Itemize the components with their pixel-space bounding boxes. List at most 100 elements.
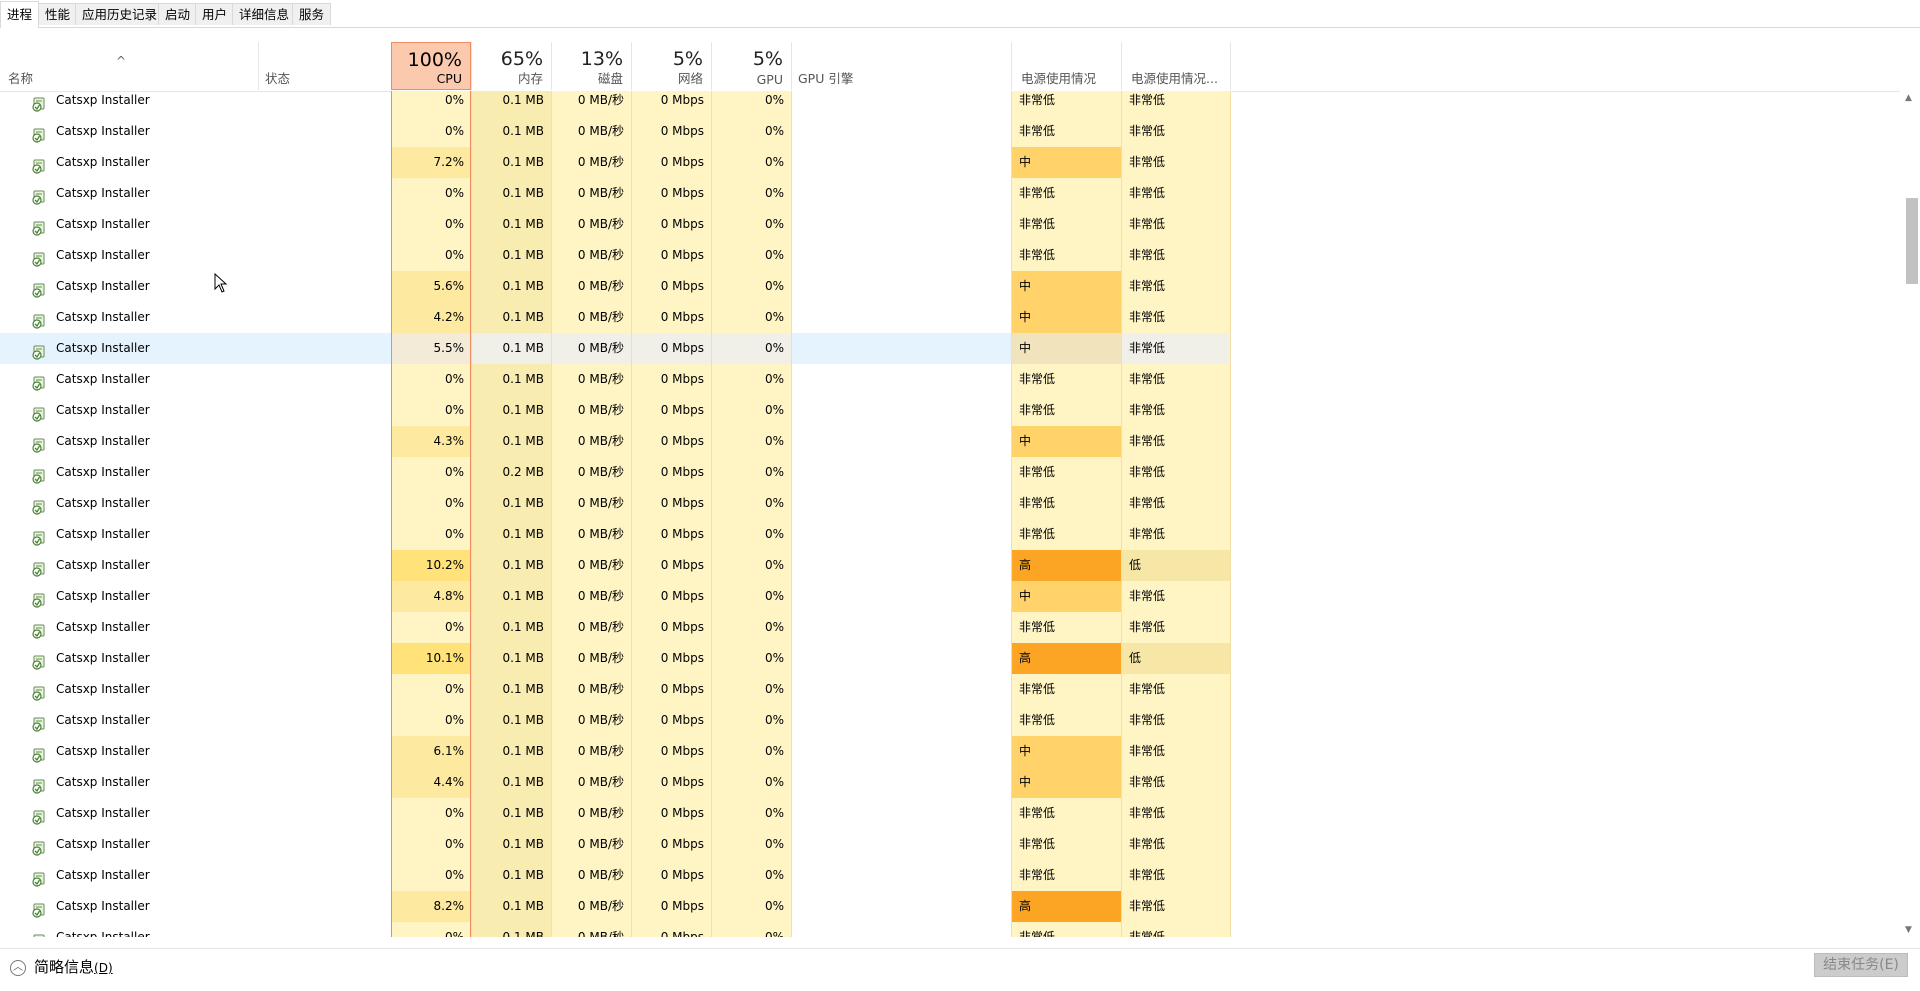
disk-cell: 0 MB/秒 [551, 364, 631, 395]
table-row[interactable]: Catsxp Installer 0% 0.1 MB 0 MB/秒 0 Mbps 0% 非常… [0, 612, 1900, 643]
table-row[interactable]: Catsxp Installer 0% 0.1 MB 0 MB/秒 0 Mbps 0% 非常… [0, 178, 1900, 209]
process-name-cell[interactable]: Catsxp Installer [0, 178, 391, 209]
process-name-cell[interactable]: Catsxp Installer [0, 240, 391, 271]
process-name-cell[interactable]: Catsxp Installer [0, 860, 391, 891]
column-header-status[interactable]: 状态 [258, 42, 391, 90]
tab-processes[interactable]: 进程 [0, 1, 40, 28]
process-name-cell[interactable]: Catsxp Installer [0, 147, 391, 178]
installer-app-icon [31, 930, 46, 937]
table-row[interactable]: Catsxp Installer 0% 0.1 MB 0 MB/秒 0 Mbps 0% 非常… [0, 519, 1900, 550]
table-row[interactable]: Catsxp Installer 10.2% 0.1 MB 0 MB/秒 0 Mbps 0… [0, 550, 1900, 581]
process-name-cell[interactable]: Catsxp Installer [0, 705, 391, 736]
power-trend-cell: 非常低 [1121, 829, 1231, 860]
table-row[interactable]: Catsxp Installer 0% 0.1 MB 0 MB/秒 0 Mbps 0% 非常… [0, 209, 1900, 240]
process-name-cell[interactable]: Catsxp Installer [0, 116, 391, 147]
column-header-cpu[interactable]: 100% CPU [391, 42, 471, 90]
table-row[interactable]: Catsxp Installer 0% 0.2 MB 0 MB/秒 0 Mbps 0% 非常… [0, 457, 1900, 488]
process-name-cell[interactable]: Catsxp Installer [0, 91, 391, 116]
table-row[interactable]: Catsxp Installer 0% 0.1 MB 0 MB/秒 0 Mbps 0% 非常… [0, 860, 1900, 891]
power-trend-cell: 非常低 [1121, 767, 1231, 798]
process-name-cell[interactable]: Catsxp Installer [0, 829, 391, 860]
process-name-cell[interactable]: Catsxp Installer [0, 550, 391, 581]
process-name-cell[interactable]: Catsxp Installer [0, 271, 391, 302]
column-header-gpu[interactable]: 5% GPU [711, 42, 791, 90]
tab-startup[interactable]: 启动 [158, 3, 198, 25]
process-name-cell[interactable]: Catsxp Installer [0, 674, 391, 705]
tab-services[interactable]: 服务 [292, 3, 332, 25]
table-row[interactable]: Catsxp Installer 5.5% 0.1 MB 0 MB/秒 0 Mbps 0%… [0, 333, 1900, 364]
process-name-cell[interactable]: Catsxp Installer [0, 302, 391, 333]
memory-cell: 0.1 MB [471, 271, 551, 302]
tab-users[interactable]: 用户 [195, 3, 235, 25]
table-row[interactable]: Catsxp Installer 5.6% 0.1 MB 0 MB/秒 0 Mbps 0%… [0, 271, 1900, 302]
column-header-gpu-engine[interactable]: GPU 引擎 [791, 42, 1011, 90]
table-row[interactable]: Catsxp Installer 0% 0.1 MB 0 MB/秒 0 Mbps 0% 非常… [0, 705, 1900, 736]
vertical-scrollbar[interactable]: ▲ ▼ [1900, 91, 1920, 937]
column-header-disk[interactable]: 13% 磁盘 [551, 42, 631, 90]
process-name-cell[interactable]: Catsxp Installer [0, 519, 391, 550]
disk-cell: 0 MB/秒 [551, 643, 631, 674]
column-header-power[interactable]: 电源使用情况 [1011, 42, 1121, 90]
process-name-cell[interactable]: Catsxp Installer [0, 922, 391, 937]
process-name-cell[interactable]: Catsxp Installer [0, 612, 391, 643]
process-name-cell[interactable]: Catsxp Installer [0, 488, 391, 519]
scroll-down-icon[interactable]: ▼ [1905, 925, 1912, 935]
cpu-cell: 0% [391, 860, 471, 891]
disk-cell: 0 MB/秒 [551, 457, 631, 488]
disk-cell: 0 MB/秒 [551, 147, 631, 178]
process-name-cell[interactable]: Catsxp Installer [0, 767, 391, 798]
table-row[interactable]: Catsxp Installer 0% 0.1 MB 0 MB/秒 0 Mbps 0% 非常… [0, 829, 1900, 860]
gpu-cell: 0% [711, 271, 791, 302]
tab-details[interactable]: 详细信息 [232, 3, 297, 25]
table-row[interactable]: Catsxp Installer 4.3% 0.1 MB 0 MB/秒 0 Mbps 0%… [0, 426, 1900, 457]
tab-performance[interactable]: 性能 [38, 3, 78, 25]
cpu-cell: 0% [391, 798, 471, 829]
process-name-cell[interactable]: Catsxp Installer [0, 798, 391, 829]
process-name-cell[interactable]: Catsxp Installer [0, 426, 391, 457]
table-row[interactable]: Catsxp Installer 0% 0.1 MB 0 MB/秒 0 Mbps 0% 非常… [0, 240, 1900, 271]
power-trend-cell: 非常低 [1121, 91, 1231, 116]
table-row[interactable]: Catsxp Installer 4.4% 0.1 MB 0 MB/秒 0 Mbps 0%… [0, 767, 1900, 798]
table-row[interactable]: Catsxp Installer 4.8% 0.1 MB 0 MB/秒 0 Mbps 0%… [0, 581, 1900, 612]
end-task-button[interactable]: 结束任务(E) [1814, 953, 1908, 977]
process-name: Catsxp Installer [56, 868, 150, 882]
table-row[interactable]: Catsxp Installer 0% 0.1 MB 0 MB/秒 0 Mbps 0% 非常… [0, 798, 1900, 829]
table-row[interactable]: Catsxp Installer 6.1% 0.1 MB 0 MB/秒 0 Mbps 0%… [0, 736, 1900, 767]
table-row[interactable]: Catsxp Installer 0% 0.1 MB 0 MB/秒 0 Mbps 0% 非常… [0, 488, 1900, 519]
process-name-cell[interactable]: Catsxp Installer [0, 581, 391, 612]
tab-bar: 进程 性能 应用历史记录 启动 用户 详细信息 服务 [0, 0, 1920, 28]
power-trend-cell: 非常低 [1121, 581, 1231, 612]
process-name-cell[interactable]: Catsxp Installer [0, 891, 391, 922]
process-name-cell[interactable]: Catsxp Installer [0, 643, 391, 674]
fewer-details-button[interactable]: ︿ 简略信息(D) [10, 955, 113, 979]
table-row[interactable]: Catsxp Installer 8.2% 0.1 MB 0 MB/秒 0 Mbps 0%… [0, 891, 1900, 922]
gpu-cell: 0% [711, 240, 791, 271]
power-trend-cell: 非常低 [1121, 364, 1231, 395]
process-name-cell[interactable]: Catsxp Installer [0, 333, 391, 364]
network-cell: 0 Mbps [631, 426, 711, 457]
column-header-memory[interactable]: 65% 内存 [471, 42, 551, 90]
network-cell: 0 Mbps [631, 612, 711, 643]
table-row[interactable]: Catsxp Installer 0% 0.1 MB 0 MB/秒 0 Mbps 0% 非常… [0, 364, 1900, 395]
table-row[interactable]: Catsxp Installer 0% 0.1 MB 0 MB/秒 0 Mbps 0% 非常… [0, 674, 1900, 705]
scroll-up-icon[interactable]: ▲ [1905, 93, 1912, 103]
table-row[interactable]: Catsxp Installer 0% 0.1 MB 0 MB/秒 0 Mbps 0% 非常… [0, 922, 1900, 937]
column-header-name[interactable]: ^ 名称 [0, 42, 258, 90]
process-name-cell[interactable]: Catsxp Installer [0, 364, 391, 395]
tab-app-history[interactable]: 应用历史记录 [75, 3, 165, 25]
process-name-cell[interactable]: Catsxp Installer [0, 209, 391, 240]
scrollbar-thumb[interactable] [1906, 198, 1918, 284]
column-header-power-trend[interactable]: 电源使用情况... [1121, 42, 1231, 90]
process-name-cell[interactable]: Catsxp Installer [0, 457, 391, 488]
table-row[interactable]: Catsxp Installer 4.2% 0.1 MB 0 MB/秒 0 Mbps 0%… [0, 302, 1900, 333]
cpu-cell: 0% [391, 705, 471, 736]
table-row[interactable]: Catsxp Installer 0% 0.1 MB 0 MB/秒 0 Mbps 0% 非常… [0, 91, 1900, 116]
column-header-network[interactable]: 5% 网络 [631, 42, 711, 90]
table-row[interactable]: Catsxp Installer 7.2% 0.1 MB 0 MB/秒 0 Mbps 0%… [0, 147, 1900, 178]
process-name-cell[interactable]: Catsxp Installer [0, 736, 391, 767]
gpu-engine-cell [791, 612, 1011, 643]
table-row[interactable]: Catsxp Installer 0% 0.1 MB 0 MB/秒 0 Mbps 0% 非常… [0, 116, 1900, 147]
table-row[interactable]: Catsxp Installer 10.1% 0.1 MB 0 MB/秒 0 Mbps 0… [0, 643, 1900, 674]
table-row[interactable]: Catsxp Installer 0% 0.1 MB 0 MB/秒 0 Mbps 0% 非常… [0, 395, 1900, 426]
process-name-cell[interactable]: Catsxp Installer [0, 395, 391, 426]
